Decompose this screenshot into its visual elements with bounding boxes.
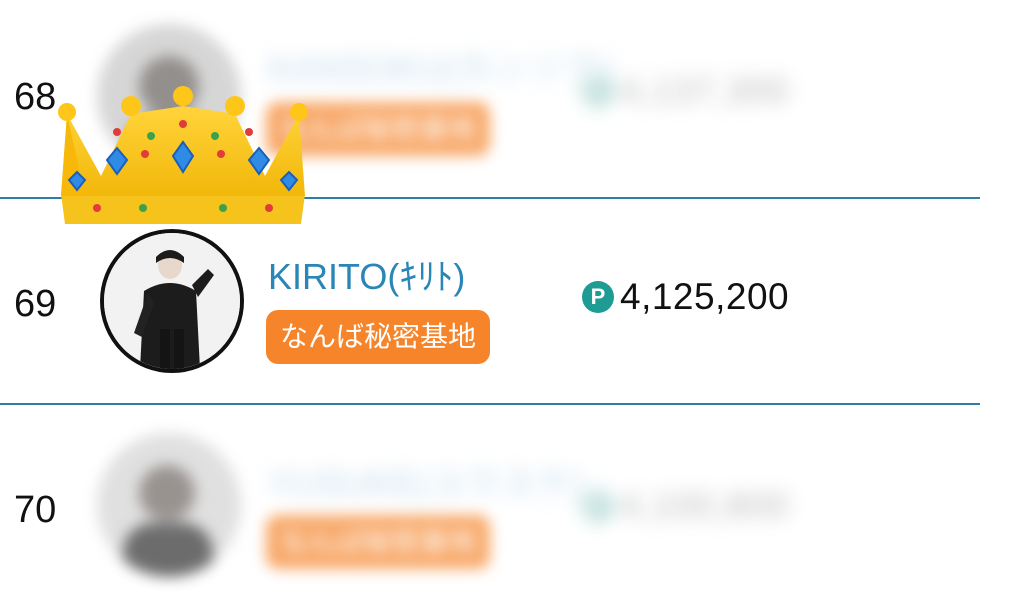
user-name[interactable]: KIRITO(ｷﾘﾄ) [268, 248, 465, 300]
points-icon: P [582, 75, 614, 107]
points-icon: P [582, 281, 614, 313]
avatar[interactable] [97, 433, 241, 577]
rank-number: 70 [14, 489, 57, 531]
ranking-row[interactable]: 70 YUSUKE(ユウスケ) なんば秘密基地 P 4,100,800 [0, 405, 1024, 610]
store-badge: なんば秘密基地 [266, 310, 491, 364]
points-icon: P [582, 490, 614, 522]
points-value: 4,137,300 [620, 70, 790, 111]
crown-icon [58, 86, 308, 224]
user-name[interactable]: YUSUKE(ユウスケ) [268, 455, 584, 507]
points-value: 4,100,800 [620, 485, 790, 526]
user-name[interactable]: KANSOKU(カンソク) [268, 40, 612, 92]
store-badge: なんば秘密基地 [266, 515, 491, 569]
rank-number: 69 [14, 283, 57, 325]
points-display: P 4,125,200 [582, 276, 789, 318]
avatar[interactable] [100, 229, 244, 373]
points-display: P 4,100,800 [582, 485, 789, 527]
rank-number: 68 [14, 76, 57, 118]
points-value: 4,125,200 [620, 276, 790, 317]
points-display: P 4,137,300 [582, 70, 789, 112]
